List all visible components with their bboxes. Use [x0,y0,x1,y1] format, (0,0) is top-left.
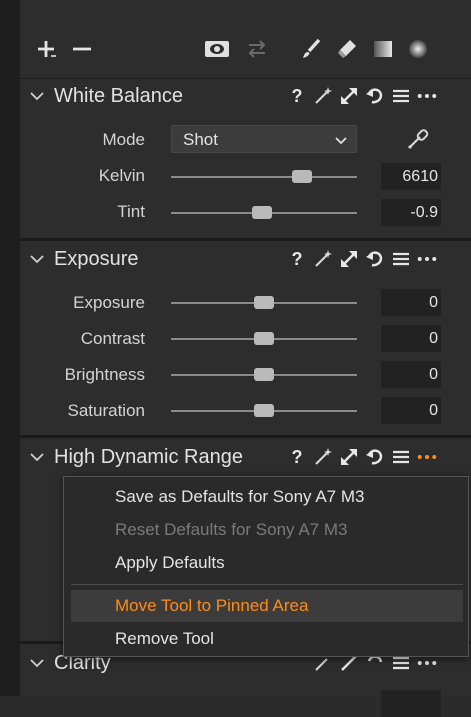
help-icon[interactable]: ? [287,249,307,269]
exposure-slider[interactable] [171,296,357,309]
magic-wand-icon[interactable] [313,249,333,269]
section-title: Exposure [54,248,139,270]
contrast-slider-thumb[interactable] [254,332,274,345]
exposure-label: Exposure [73,293,145,312]
brightness-value[interactable]: 0 [381,361,441,388]
mode-dropdown[interactable]: Shot [171,125,357,153]
menu-item-remove-tool[interactable]: Remove Tool [64,623,468,655]
menu-item-label: Remove Tool [115,629,214,648]
menu-item-label: Apply Defaults [115,553,225,572]
contrast-value[interactable]: 0 [381,325,441,352]
eyedropper-icon[interactable] [405,126,431,152]
expand-icon[interactable] [339,86,359,106]
chevron-down-icon[interactable] [28,448,46,466]
reset-icon[interactable] [365,447,385,467]
more-icon-active[interactable] [417,447,437,467]
tint-label: Tint [117,202,145,221]
left-strip [0,0,20,696]
section-divider [20,435,471,438]
mode-label: Mode [102,130,145,149]
kelvin-label: Kelvin [98,166,145,185]
minus-icon[interactable] [70,37,94,61]
expand-icon[interactable] [339,447,359,467]
plus-icon[interactable] [34,37,58,61]
reset-icon[interactable] [365,86,385,106]
more-icon[interactable] [417,86,437,106]
eraser-icon[interactable] [335,37,359,61]
swap-icon[interactable] [245,37,269,61]
brightness-slider[interactable] [171,368,357,381]
chevron-down-icon [335,137,347,145]
tint-value[interactable]: -0.9 [381,199,441,226]
magic-wand-icon[interactable] [313,86,333,106]
section-header-icons: ? [287,447,443,467]
menu-divider [71,584,463,585]
contrast-slider[interactable] [171,332,357,345]
section-header-icons: ? [287,86,443,106]
brightness-slider-thumb[interactable] [254,368,274,381]
hdr-header[interactable]: High Dynamic Range ? [20,439,471,475]
menu-item-move-to-pinned[interactable]: Move Tool to Pinned Area [71,590,463,622]
kelvin-slider[interactable] [171,170,357,183]
magic-wand-icon[interactable] [313,447,333,467]
menu-item-label: Reset Defaults for Sony A7 M3 [115,520,348,539]
tint-slider[interactable] [171,206,357,219]
exposure-slider-thumb[interactable] [254,296,274,309]
help-icon[interactable]: ? [287,86,307,106]
menu-item-apply-defaults[interactable]: Apply Defaults [64,547,468,579]
saturation-slider-thumb[interactable] [254,404,274,417]
tool-toolbar [20,0,471,79]
section-title: White Balance [54,85,183,107]
menu-item-label: Move Tool to Pinned Area [115,596,309,615]
eye-icon[interactable] [203,37,231,61]
chevron-down-icon[interactable] [28,87,46,105]
exposure-section: Exposure ? Exposure 0 Contrast 0 Brightn… [20,241,471,435]
menu-lines-icon[interactable] [391,447,411,467]
brush-icon[interactable] [300,37,324,61]
exposure-value[interactable]: 0 [381,289,441,316]
chevron-down-icon[interactable] [28,250,46,268]
tool-context-menu: Save as Defaults for Sony A7 M3 Reset De… [63,476,469,657]
help-icon[interactable]: ? [287,447,307,467]
clarity-value-box[interactable] [381,690,441,717]
contrast-label: Contrast [80,329,145,348]
kelvin-value[interactable]: 6610 [381,163,441,190]
menu-item-save-defaults[interactable]: Save as Defaults for Sony A7 M3 [64,481,468,513]
chevron-down-icon[interactable] [28,654,46,672]
saturation-slider[interactable] [171,404,357,417]
menu-lines-icon[interactable] [391,86,411,106]
more-icon[interactable] [417,249,437,269]
exposure-header[interactable]: Exposure ? [20,241,471,277]
section-header-icons: ? [287,249,443,269]
kelvin-slider-thumb[interactable] [292,170,313,183]
brightness-label: Brightness [64,365,145,384]
radial-icon[interactable] [406,37,430,61]
gradient-icon[interactable] [371,37,395,61]
menu-lines-icon[interactable] [391,249,411,269]
mode-value: Shot [183,130,218,149]
saturation-label: Saturation [67,401,146,420]
tint-slider-thumb[interactable] [252,206,273,219]
expand-icon[interactable] [339,249,359,269]
menu-item-reset-defaults: Reset Defaults for Sony A7 M3 [64,514,468,546]
white-balance-header[interactable]: White Balance ? [20,78,471,114]
white-balance-section: White Balance ? Mode Shot Kelvin 6610 Ti… [20,78,471,238]
saturation-value[interactable]: 0 [381,397,441,424]
section-title: High Dynamic Range [54,446,243,468]
reset-icon[interactable] [365,249,385,269]
menu-item-label: Save as Defaults for Sony A7 M3 [115,487,365,506]
